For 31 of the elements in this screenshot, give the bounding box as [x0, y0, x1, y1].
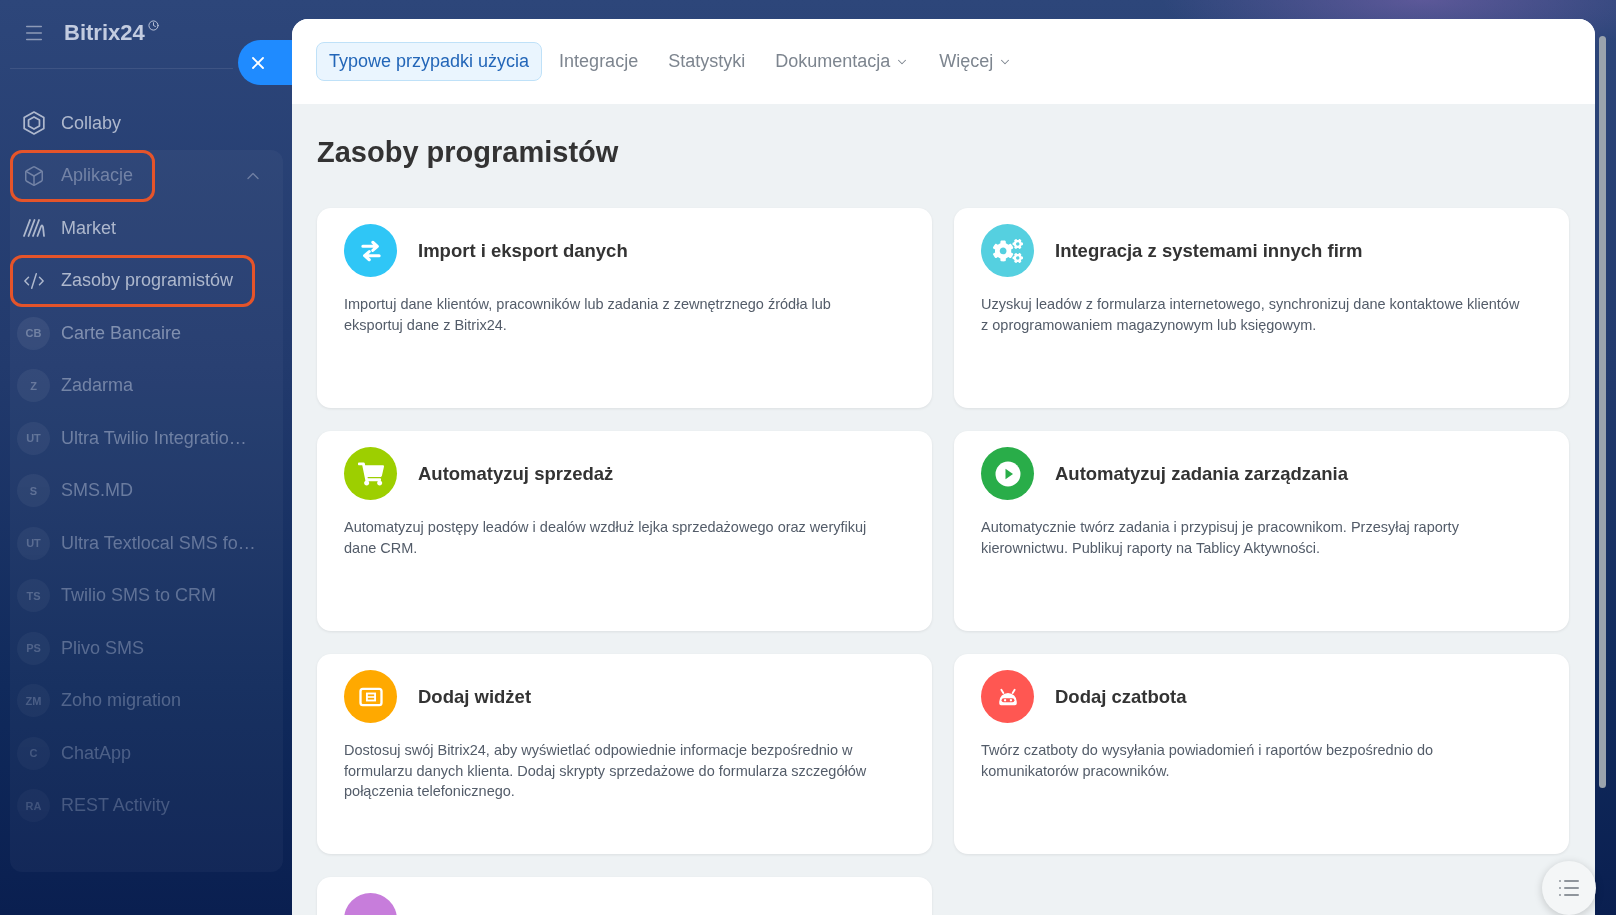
scrollbar-thumb[interactable] — [1599, 36, 1606, 788]
card-title: Dodaj czatbota — [1055, 685, 1187, 708]
sidebar-item[interactable]: Aplikacje — [10, 149, 156, 202]
card-description: Twórz czatboty do wysyłania powiadomień i raportów bezpośrednio do komunikatorów pracowników. — [981, 741, 1435, 781]
sidebar-item[interactable]: Market — [10, 202, 138, 255]
card-description: Uzyskuj leadów z formularza internetowego, synchronizuj dane kontaktowe klientów z oprogramowaniem magazynowym lub księgowym. — [981, 295, 1521, 335]
clock-icon — [147, 19, 159, 31]
card-title: Import i eksport danych — [418, 239, 628, 262]
card-title: Integracja z systemami innych firm — [1055, 239, 1363, 262]
tab[interactable]: Integracje — [546, 42, 652, 81]
sidebar-item[interactable]: Collaby — [10, 97, 144, 150]
tab[interactable]: Typowe przypadki użycia — [316, 42, 543, 81]
card-description: Importuj dane klientów, pracowników lub zadania z zewnętrznego źródła lub eksportuj dane z Bitrix24. — [344, 295, 832, 335]
tab[interactable]: Statystyki — [655, 42, 759, 81]
card-description: Automatyzuj postępy leadów i dealów wzdłuż lejka sprzedażowego oraz weryfikuj dane CRM. — [344, 518, 868, 558]
logo-text: Bitrix24 — [64, 19, 145, 46]
card-title: Dodaj widżet — [418, 685, 532, 708]
cube-icon — [22, 164, 45, 187]
sidebar-item[interactable]: CB Carte Bancaire — [10, 307, 204, 360]
card-title: Automatyzuj zadania zarządzania — [1055, 462, 1348, 485]
card-title: Automatyzuj sprzedaż — [418, 462, 614, 485]
sidebar-item[interactable]: Zasoby programistów — [10, 254, 256, 307]
stripes-icon — [22, 219, 45, 238]
card-description: Dostosuj swój Bitrix24, aby wyświetlać odpowiednie informacje bezpośrednio w formularzu danych klienta. Dodaj skrypty sprzedażowe do formularza szczegółów połączenia telefonicznego. — [344, 741, 868, 802]
tab[interactable]: Więcej — [926, 42, 1026, 81]
hexagon-icon — [22, 111, 45, 136]
page-title: Zasoby programistów — [317, 135, 620, 170]
tab[interactable]: Dokumentacja — [762, 42, 923, 81]
app-avatar: CB — [17, 316, 50, 350]
close-button[interactable] — [238, 40, 292, 85]
card-description: Automatycznie twórz zadania i przypisuj je pracownikom. Przesyłaj raporty kierownictwu. Publikuj raporty na Tablicy Aktywności. — [981, 518, 1460, 558]
